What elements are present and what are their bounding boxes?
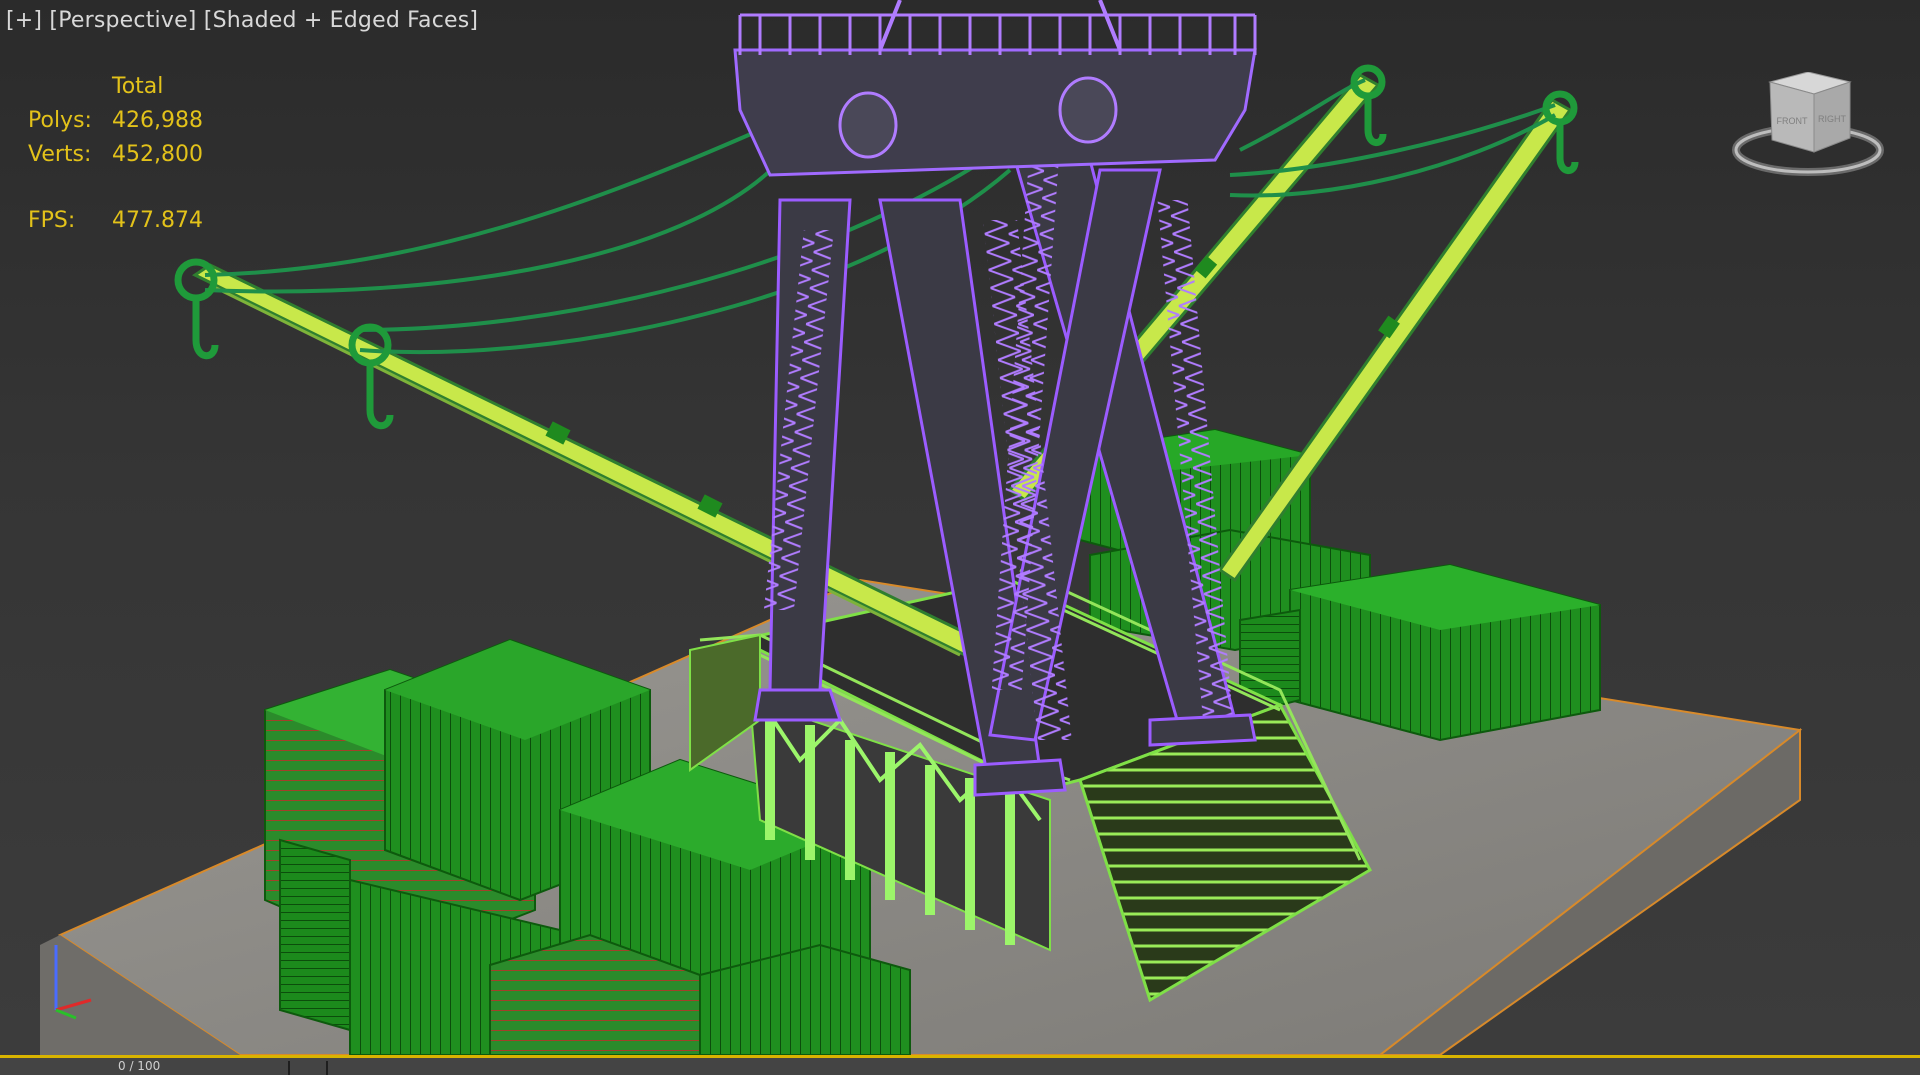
stats-verts-label: Verts: — [28, 142, 92, 167]
viewport-menu-view[interactable]: [Perspective] — [49, 8, 196, 33]
viewcube-right-label: RIGHT — [1818, 114, 1847, 124]
time-slider-next-button[interactable] — [290, 1061, 328, 1075]
stats-polys-value: 426,988 — [112, 108, 203, 133]
stats-verts-value: 452,800 — [112, 142, 203, 167]
timeline-bar[interactable]: 0 / 100 — [0, 1055, 1920, 1075]
viewport-menu-shading[interactable]: [Shaded + Edged Faces] — [204, 8, 478, 33]
viewport-label: [+] [Perspective] [Shaded + Edged Faces] — [6, 8, 478, 33]
stats-polys-label: Polys: — [28, 108, 92, 133]
crane-tower[interactable] — [733, 0, 1257, 797]
stats-header-total: Total — [112, 74, 164, 99]
viewport-menu-plus[interactable]: [+] — [6, 8, 42, 33]
stats-fps-label: FPS: — [28, 208, 76, 233]
axis-tripod-icon — [54, 945, 92, 1020]
crane-boom-left[interactable] — [192, 263, 983, 657]
perspective-viewport[interactable]: [+] [Perspective] [Shaded + Edged Faces]… — [0, 0, 1920, 1055]
viewcube-icon[interactable]: FRONT RIGHT — [1728, 72, 1888, 192]
stats-fps-value: 477.874 — [112, 208, 203, 233]
time-slider-frame-readout: 0 / 100 — [118, 1059, 161, 1073]
viewcube-front-label: FRONT — [1777, 116, 1808, 126]
scene-3d-render[interactable] — [0, 0, 1920, 1055]
